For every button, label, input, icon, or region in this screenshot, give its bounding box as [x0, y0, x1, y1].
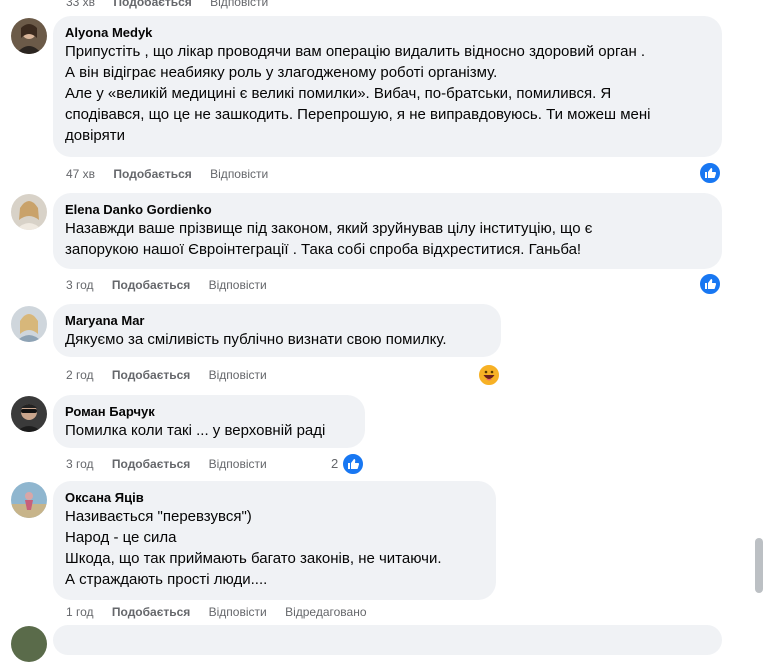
comment-bubble: Elena Danko Gordienko Назавжди ваше пріз… — [53, 193, 722, 269]
avatar[interactable] — [11, 482, 47, 518]
edited-label[interactable]: Відредаговано — [285, 604, 366, 620]
comment-meta: 1 год Подобається Відповісти Відредагова… — [66, 604, 382, 620]
haha-reaction-icon[interactable] — [477, 363, 501, 387]
comment-bubble — [53, 625, 722, 655]
comment-time[interactable]: 3 год — [66, 456, 94, 472]
comment-author[interactable]: Maryana Mar — [65, 312, 489, 329]
comment-meta: 3 год Подобається Відповісти — [66, 277, 282, 293]
comment-text: Називається "перевзувся") Народ - це сил… — [65, 508, 442, 588]
comment-author[interactable]: Оксана Яців — [65, 489, 484, 506]
like-link[interactable]: Подобається — [112, 277, 190, 293]
like-link[interactable]: Подобається — [112, 456, 190, 472]
like-reaction-icon[interactable] — [698, 161, 722, 185]
like-link[interactable]: Подобається — [112, 367, 190, 383]
like-link[interactable]: Подобається — [112, 604, 190, 620]
comment-bubble: Maryana Mar Дякуємо за сміливість публіч… — [53, 304, 501, 357]
like-link[interactable]: Подобається — [113, 0, 191, 10]
reply-link[interactable]: Відповісти — [209, 604, 267, 620]
reply-link[interactable]: Відповісти — [210, 166, 268, 182]
comment-time[interactable]: 47 хв — [66, 166, 95, 182]
comment-meta: 3 год Подобається Відповісти — [66, 456, 282, 472]
comment-author[interactable]: Роман Барчук — [65, 403, 353, 420]
comment-bubble: Оксана Яців Називається "перевзувся") На… — [53, 481, 496, 600]
comment-author[interactable]: Elena Danko Gordienko — [65, 201, 710, 218]
reply-link[interactable]: Відповісти — [209, 367, 267, 383]
scrollbar-thumb[interactable] — [755, 538, 763, 593]
comment-time[interactable]: 1 год — [66, 604, 94, 620]
avatar[interactable] — [11, 194, 47, 230]
avatar[interactable] — [11, 626, 47, 662]
comment-bubble: Роман Барчук Помилка коли такі ... у вер… — [53, 395, 365, 448]
comment-bubble: Alyona Medyk Припустіть , що лікар прово… — [53, 16, 722, 157]
comment-meta-top: 33 хв Подобається Відповісти — [66, 0, 283, 10]
comment-text: Припустіть , що лікар проводячи вам опер… — [65, 43, 651, 144]
like-link[interactable]: Подобається — [113, 166, 191, 182]
comment-text: Помилка коли такі ... у верховній раді — [65, 422, 326, 439]
comment-meta: 47 хв Подобається Відповісти — [66, 166, 283, 182]
reply-link[interactable]: Відповісти — [209, 277, 267, 293]
comment-time[interactable]: 2 год — [66, 367, 94, 383]
reply-link[interactable]: Відповісти — [210, 0, 268, 10]
comment-meta: 2 год Подобається Відповісти — [66, 367, 282, 383]
avatar[interactable] — [11, 18, 47, 54]
reaction-count[interactable]: 2 — [331, 456, 338, 471]
comment-time[interactable]: 3 год — [66, 277, 94, 293]
like-reaction-icon[interactable] — [341, 452, 365, 476]
comment-text: Дякуємо за сміливість публічно визнати с… — [65, 331, 447, 348]
avatar[interactable] — [11, 396, 47, 432]
like-reaction-icon[interactable] — [698, 272, 722, 296]
avatar[interactable] — [11, 306, 47, 342]
comment-text: Назавжди ваше прізвище під законом, який… — [65, 220, 593, 258]
reply-link[interactable]: Відповісти — [209, 456, 267, 472]
comment-time[interactable]: 33 хв — [66, 0, 95, 10]
comment-author[interactable]: Alyona Medyk — [65, 24, 710, 41]
